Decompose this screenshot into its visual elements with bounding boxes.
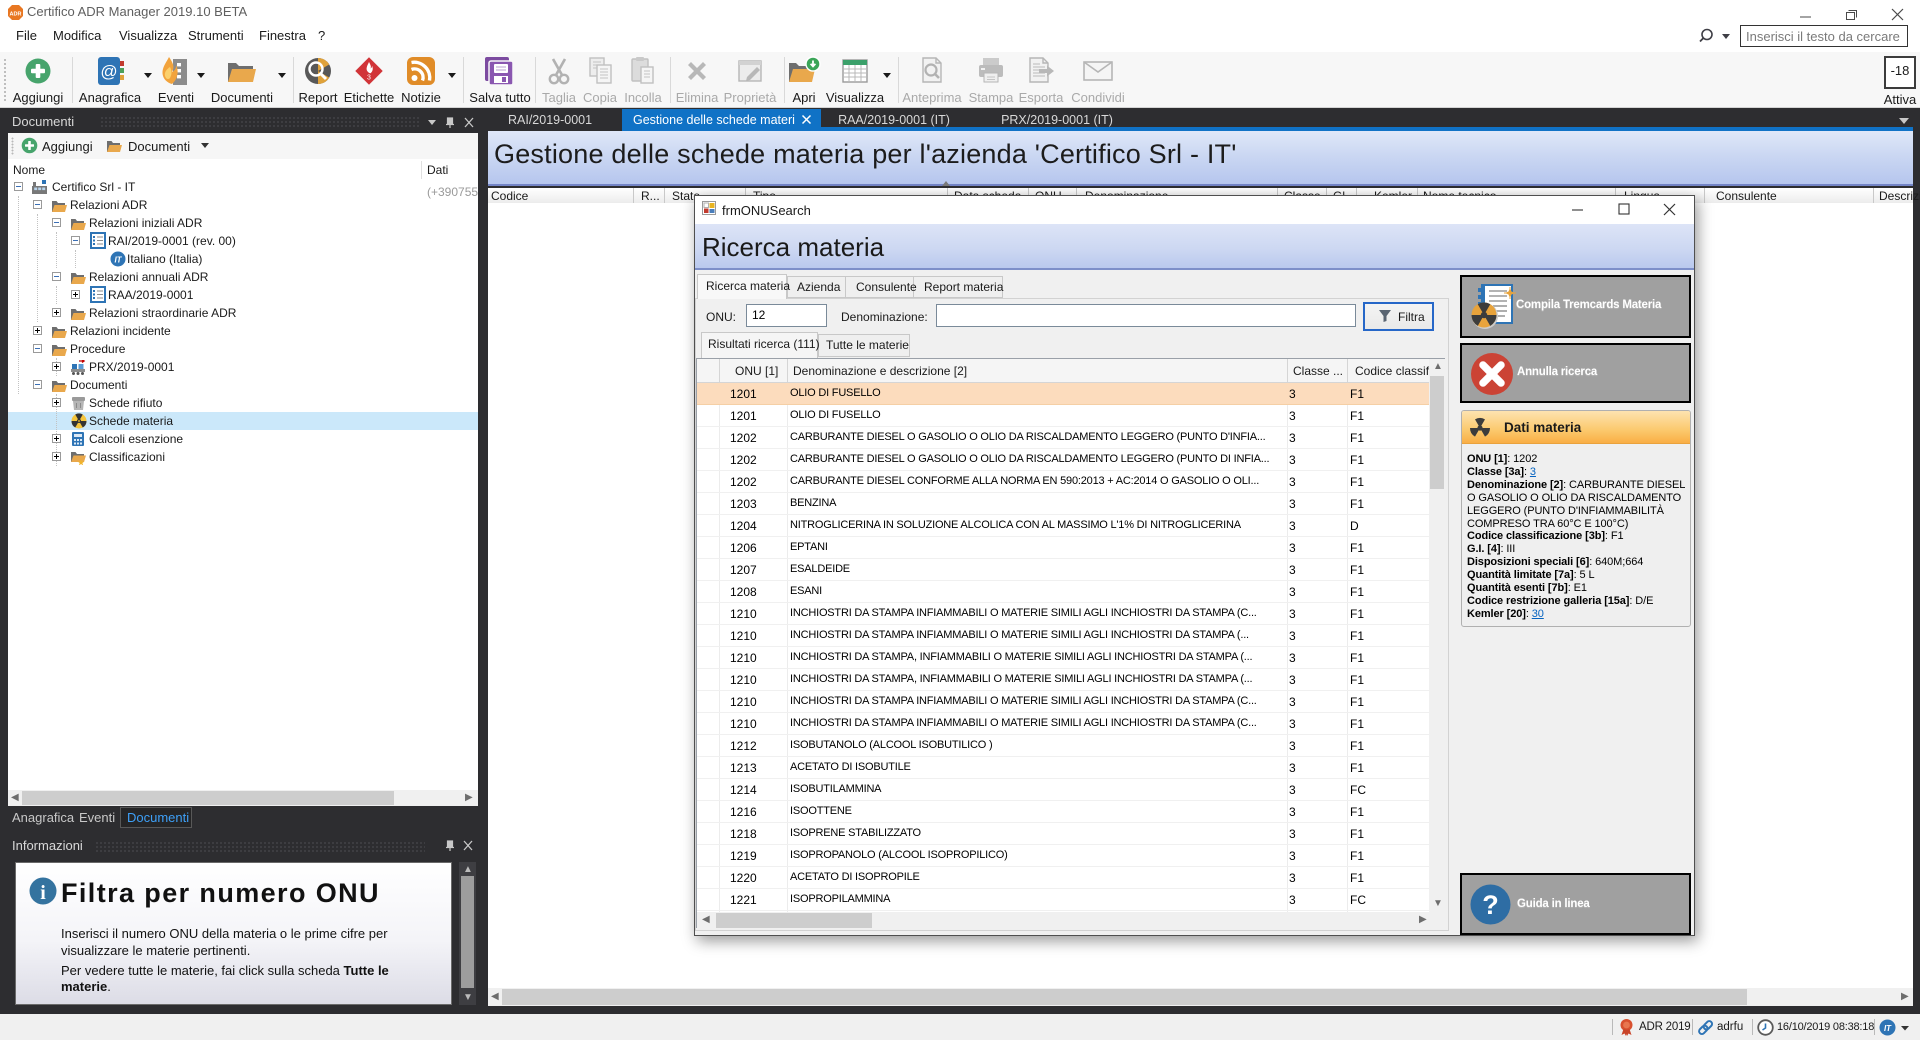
svg-text:IT: IT	[1884, 1024, 1892, 1033]
svg-text:ADR: ADR	[10, 12, 22, 18]
svg-text:IT: IT	[114, 256, 122, 265]
svg-text:3: 3	[367, 75, 371, 82]
svg-text:?: ?	[1482, 890, 1499, 920]
svg-text:@: @	[100, 62, 117, 81]
svg-text:i: i	[40, 882, 46, 904]
svg-text:★: ★	[77, 458, 85, 466]
